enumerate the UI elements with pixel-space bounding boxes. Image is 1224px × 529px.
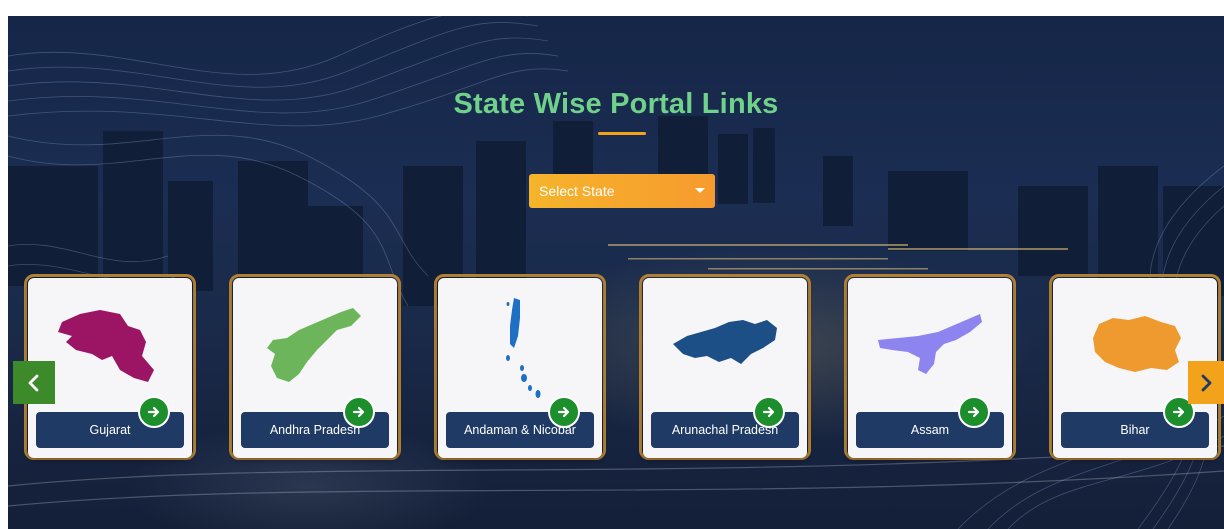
state-card[interactable]: Assam xyxy=(848,278,1012,458)
chevron-left-icon xyxy=(28,374,39,391)
page-title: State Wise Portal Links xyxy=(453,88,779,120)
state-select-label: Select State xyxy=(539,183,615,199)
go-arrow-button[interactable] xyxy=(138,396,170,428)
state-card[interactable]: Arunachal Pradesh xyxy=(643,278,807,458)
andhra-pradesh-map-icon xyxy=(267,308,361,382)
state-card[interactable]: Andhra Pradesh xyxy=(233,278,397,458)
state-portal-section: State Wise Portal Links Select State Guj… xyxy=(8,16,1224,529)
carousel-prev-button[interactable] xyxy=(13,361,55,404)
state-card-arunachal-pradesh[interactable]: Arunachal Pradesh xyxy=(639,274,811,462)
arrow-right-icon xyxy=(1172,406,1185,418)
andaman-nicobar-map-icon xyxy=(506,298,541,398)
arrow-right-icon xyxy=(147,406,160,418)
arrow-right-icon xyxy=(762,406,775,418)
assam-map-icon xyxy=(878,314,982,374)
state-select[interactable]: Select State xyxy=(529,174,715,208)
caret-down-icon xyxy=(695,188,705,193)
carousel-next-button[interactable] xyxy=(1188,361,1224,404)
title-underline xyxy=(598,132,646,135)
arrow-right-icon xyxy=(967,406,980,418)
arunachal-pradesh-map-icon xyxy=(673,320,777,364)
arrow-right-icon xyxy=(557,406,570,418)
go-arrow-button[interactable] xyxy=(548,396,580,428)
state-card-andhra-pradesh[interactable]: Andhra Pradesh xyxy=(229,274,401,462)
go-arrow-button[interactable] xyxy=(753,396,785,428)
state-card-assam[interactable]: Assam xyxy=(844,274,1016,462)
go-arrow-button[interactable] xyxy=(343,396,375,428)
go-arrow-button[interactable] xyxy=(958,396,990,428)
arrow-right-icon xyxy=(352,406,365,418)
state-card[interactable]: Andaman & Nicobar xyxy=(438,278,602,458)
chevron-right-icon xyxy=(1201,374,1212,391)
state-card-andaman-nicobar[interactable]: Andaman & Nicobar xyxy=(434,274,606,462)
